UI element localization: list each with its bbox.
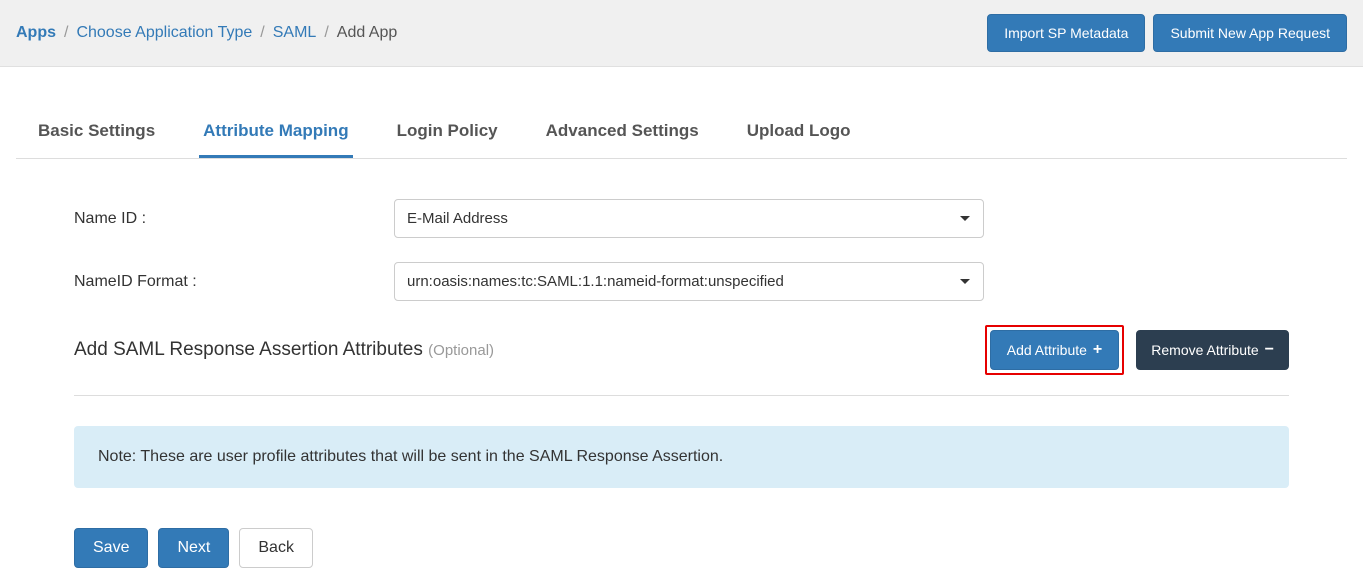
add-attribute-button[interactable]: Add Attribute + <box>990 330 1120 370</box>
breadcrumb-saml[interactable]: SAML <box>273 24 317 42</box>
tab-login-policy[interactable]: Login Policy <box>393 107 502 158</box>
save-button[interactable]: Save <box>74 528 148 568</box>
breadcrumb-sep: / <box>260 24 264 42</box>
breadcrumb-sep: / <box>324 24 328 42</box>
breadcrumb-choose-type[interactable]: Choose Application Type <box>76 24 252 42</box>
breadcrumb-apps[interactable]: Apps <box>16 24 56 42</box>
name-id-label: Name ID : <box>74 210 394 228</box>
back-button[interactable]: Back <box>239 528 313 568</box>
tab-upload-logo[interactable]: Upload Logo <box>743 107 855 158</box>
import-sp-metadata-button[interactable]: Import SP Metadata <box>987 14 1145 52</box>
remove-attribute-button[interactable]: Remove Attribute − <box>1136 330 1289 370</box>
minus-icon: − <box>1265 341 1274 359</box>
breadcrumb-sep: / <box>64 24 68 42</box>
nameid-format-select[interactable]: urn:oasis:names:tc:SAML:1.1:nameid-forma… <box>394 262 984 301</box>
plus-icon: + <box>1093 341 1102 359</box>
tab-attribute-mapping[interactable]: Attribute Mapping <box>199 107 352 158</box>
tabs: Basic Settings Attribute Mapping Login P… <box>16 107 1347 159</box>
optional-label: (Optional) <box>428 342 494 359</box>
next-button[interactable]: Next <box>158 528 229 568</box>
breadcrumb-current: Add App <box>337 24 398 42</box>
breadcrumb: Apps / Choose Application Type / SAML / … <box>16 24 397 42</box>
section-title: Add SAML Response Assertion Attributes (… <box>74 339 494 361</box>
note-box: Note: These are user profile attributes … <box>74 426 1289 488</box>
highlight-box: Add Attribute + <box>985 325 1125 375</box>
tab-advanced-settings[interactable]: Advanced Settings <box>542 107 703 158</box>
tab-basic-settings[interactable]: Basic Settings <box>34 107 159 158</box>
name-id-select[interactable]: E-Mail Address <box>394 199 984 238</box>
submit-new-app-request-button[interactable]: Submit New App Request <box>1153 14 1347 52</box>
nameid-format-label: NameID Format : <box>74 273 394 291</box>
